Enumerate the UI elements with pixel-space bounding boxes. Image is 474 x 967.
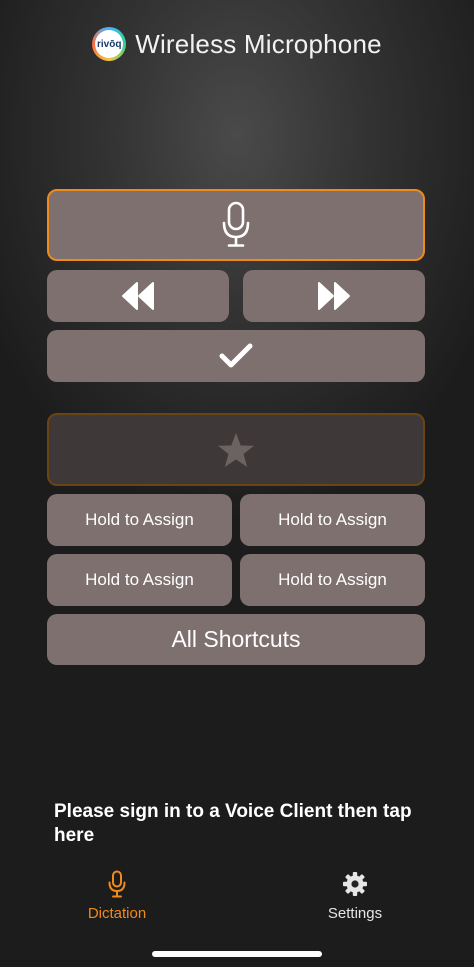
shortcut-slot-label: Hold to Assign [278,570,387,589]
app-header: rivōq Wireless Microphone [0,22,474,66]
star-icon [218,432,254,467]
shortcut-slot-2[interactable]: Hold to Assign [240,494,425,546]
microphone-icon [103,870,131,898]
app-logo: rivōq [92,27,127,61]
tab-dictation-label: Dictation [87,905,147,922]
shortcut-slot-4[interactable]: Hold to Assign [240,554,425,606]
tab-dictation[interactable]: Dictation [52,870,182,922]
app-title: Wireless Microphone [135,28,382,59]
rewind-button[interactable] [47,270,229,322]
shortcut-slot-label: Hold to Assign [278,510,387,529]
record-button[interactable] [47,189,425,261]
fast-forward-button[interactable] [243,270,425,322]
logo-text: rivōq [96,38,122,50]
shortcut-slot-label: Hold to Assign [85,570,194,589]
favorite-button[interactable] [47,413,425,486]
home-indicator[interactable] [152,951,322,957]
confirm-button[interactable] [47,330,425,382]
microphone-icon [222,201,250,247]
rewind-icon [122,282,154,310]
tab-settings-label: Settings [327,905,383,922]
shortcut-slot-1[interactable]: Hold to Assign [47,494,232,546]
shortcut-slot-3[interactable]: Hold to Assign [47,554,232,606]
all-shortcuts-button[interactable]: All Shortcuts [47,614,425,665]
checkmark-icon [219,343,253,368]
all-shortcuts-label: All Shortcuts [171,626,301,652]
sign-in-prompt[interactable]: Please sign in to a Voice Client then ta… [54,800,414,848]
fast-forward-icon [318,282,350,310]
tab-settings[interactable]: Settings [290,870,420,922]
gear-icon [341,870,369,898]
shortcut-slot-label: Hold to Assign [85,510,194,529]
